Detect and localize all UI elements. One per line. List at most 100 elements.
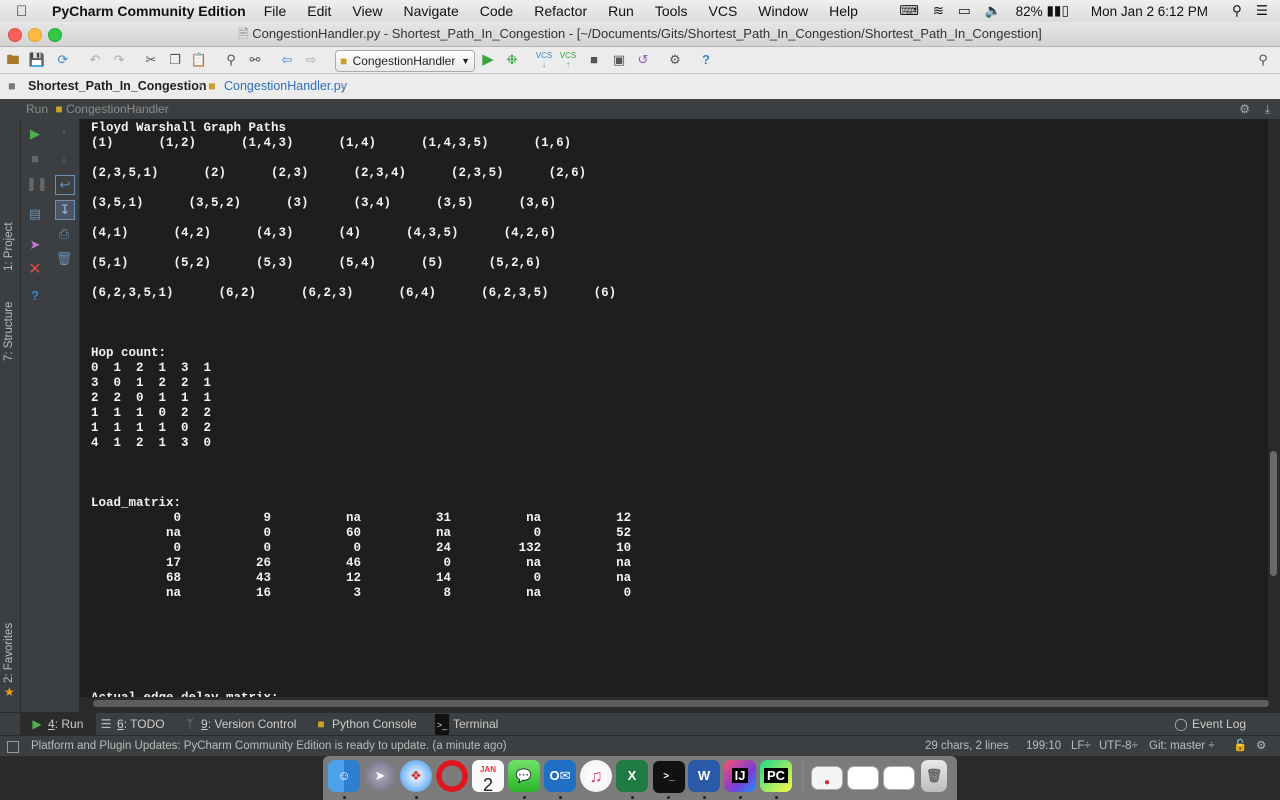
file-encoding[interactable]: UTF-8÷ bbox=[1099, 736, 1138, 756]
safari-icon[interactable]: ❖ bbox=[400, 760, 432, 792]
excel-icon[interactable]: X bbox=[616, 760, 648, 792]
menu-tools[interactable]: Tools bbox=[655, 3, 688, 19]
minimized-window-thumbnail[interactable] bbox=[847, 766, 879, 790]
tab-python-console[interactable]: ■ Python Console bbox=[314, 713, 416, 735]
hide-panel-icon[interactable]: ⤓ bbox=[1265, 99, 1270, 119]
volume-icon[interactable]: 🔈 bbox=[985, 3, 1002, 19]
notification-center-icon[interactable]: ☰ bbox=[1256, 3, 1268, 19]
menu-refactor[interactable]: Refactor bbox=[534, 3, 587, 19]
event-log-button[interactable]: ◯ Event Log bbox=[1174, 713, 1246, 735]
print-icon[interactable]: ⎙ bbox=[55, 225, 73, 243]
menu-vcs[interactable]: VCS bbox=[709, 3, 738, 19]
favorites-tool-tab[interactable]: 2: Favorites bbox=[3, 623, 15, 683]
close-window-button[interactable] bbox=[8, 28, 22, 42]
rerun-icon[interactable]: ▶ bbox=[26, 125, 44, 143]
airplay-icon[interactable]: ▭ bbox=[958, 3, 971, 19]
lock-icon[interactable]: 🔓 bbox=[1233, 736, 1247, 756]
battery-percent[interactable]: 82% bbox=[1016, 4, 1043, 19]
caret-position[interactable]: 199:10 bbox=[1026, 736, 1061, 756]
stop-icon[interactable]: ■ bbox=[26, 150, 44, 168]
soft-wrap-icon[interactable]: ↩ bbox=[55, 175, 75, 195]
find-icon[interactable]: ⚲ bbox=[222, 51, 240, 69]
close-icon[interactable]: ✕ bbox=[26, 261, 44, 279]
save-all-icon[interactable]: 💾 bbox=[28, 51, 46, 69]
run-configuration-select[interactable]: ■ CongestionHandler ▼ bbox=[335, 50, 475, 72]
undo-icon[interactable]: ↶ bbox=[86, 51, 104, 69]
pycharm-icon[interactable]: PC bbox=[760, 760, 792, 792]
breadcrumb-file[interactable]: CongestionHandler.py bbox=[224, 79, 347, 93]
vcs-operations-icon[interactable]: ■ bbox=[585, 51, 603, 69]
search-everywhere-icon[interactable]: ⚲ bbox=[1254, 51, 1272, 69]
vertical-scrollbar[interactable] bbox=[1268, 119, 1280, 697]
wifi-icon[interactable]: ≋ bbox=[933, 3, 944, 19]
trash-icon[interactable]: 🗑 bbox=[921, 760, 947, 792]
menu-edit[interactable]: Edit bbox=[307, 3, 331, 19]
horizontal-scrollbar[interactable] bbox=[80, 697, 1269, 711]
restore-layout-icon[interactable]: ▤ bbox=[26, 205, 44, 223]
back-icon[interactable]: ⇦ bbox=[278, 51, 296, 69]
menu-help[interactable]: Help bbox=[829, 3, 858, 19]
menu-view[interactable]: View bbox=[352, 3, 382, 19]
status-message[interactable]: Platform and Plugin Updates: PyCharm Com… bbox=[31, 736, 507, 756]
paste-icon[interactable]: 📋 bbox=[190, 51, 208, 69]
menu-navigate[interactable]: Navigate bbox=[403, 3, 458, 19]
git-branch[interactable]: Git: master ÷ bbox=[1149, 736, 1215, 756]
intellij-icon[interactable]: IJ bbox=[724, 760, 756, 792]
itunes-icon[interactable]: ♫ bbox=[580, 760, 612, 792]
project-tool-tab[interactable]: 1: Project bbox=[3, 222, 15, 271]
scroll-up-icon[interactable]: ↑ bbox=[55, 125, 73, 143]
menu-file[interactable]: File bbox=[264, 3, 287, 19]
revert-icon[interactable]: ↺ bbox=[634, 51, 652, 69]
hector-icon[interactable]: ⚙ bbox=[1256, 736, 1266, 756]
tab-version-control[interactable]: ᛉ 9: Version Control bbox=[183, 713, 296, 735]
tab-terminal[interactable]: >_ Terminal bbox=[435, 713, 498, 736]
sync-icon[interactable]: ⟳ bbox=[54, 51, 72, 69]
run-panel-config[interactable]: CongestionHandler bbox=[66, 102, 169, 116]
vertical-scroll-thumb[interactable] bbox=[1270, 451, 1277, 576]
horizontal-scroll-thumb[interactable] bbox=[93, 700, 1269, 707]
tab-run[interactable]: ▶ 4: Run bbox=[20, 713, 96, 735]
launchpad-icon[interactable]: ➤ bbox=[364, 760, 396, 792]
open-folder-icon[interactable]: 🖿 bbox=[4, 51, 22, 69]
debug-icon[interactable]: ❉ bbox=[503, 51, 521, 69]
scroll-down-icon[interactable]: ↓ bbox=[55, 150, 73, 168]
pin-icon[interactable]: ➤ bbox=[26, 236, 44, 254]
minimized-window-thumbnail[interactable]: ● bbox=[811, 766, 843, 790]
calendar-icon[interactable]: JAN 2 bbox=[472, 760, 504, 794]
messages-icon[interactable]: 💬 bbox=[508, 760, 540, 792]
keyboard-icon[interactable]: ⌨ bbox=[899, 3, 919, 19]
toggle-tool-windows-icon[interactable] bbox=[7, 741, 19, 753]
gear-icon[interactable]: ⚙ bbox=[1239, 99, 1250, 119]
help-icon[interactable]: ? bbox=[26, 287, 44, 305]
opera-icon[interactable] bbox=[436, 760, 468, 792]
breadcrumb-project[interactable]: Shortest_Path_In_Congestion bbox=[28, 79, 207, 93]
spotlight-icon[interactable]: ⚲ bbox=[1232, 3, 1242, 19]
help-icon[interactable]: ? bbox=[697, 51, 715, 69]
redo-icon[interactable]: ↷ bbox=[110, 51, 128, 69]
menu-run[interactable]: Run bbox=[608, 3, 634, 19]
vcs-commit-icon[interactable]: VCS ↑ bbox=[559, 51, 577, 69]
minimized-window-thumbnail[interactable] bbox=[883, 766, 915, 790]
minimize-window-button[interactable] bbox=[28, 28, 42, 42]
menu-window[interactable]: Window bbox=[758, 3, 808, 19]
copy-icon[interactable]: ❐ bbox=[166, 51, 184, 69]
cut-icon[interactable]: ✂ bbox=[142, 51, 160, 69]
forward-icon[interactable]: ⇨ bbox=[302, 51, 320, 69]
menu-code[interactable]: Code bbox=[480, 3, 513, 19]
finder-icon[interactable]: ☺ bbox=[328, 760, 360, 792]
pause-icon[interactable]: ❚❚ bbox=[26, 175, 48, 193]
terminal-icon[interactable]: >_ bbox=[652, 760, 686, 794]
scroll-to-end-icon[interactable]: ↧ bbox=[55, 200, 75, 220]
tab-todo[interactable]: ☰ 6: TODO bbox=[99, 713, 165, 735]
clear-all-icon[interactable]: 🗑 bbox=[55, 250, 73, 268]
clock[interactable]: Mon Jan 2 6:12 PM bbox=[1091, 4, 1208, 19]
structure-tool-tab[interactable]: 7: Structure bbox=[3, 302, 15, 361]
run-icon[interactable]: ▶ bbox=[479, 51, 497, 69]
vcs-update-icon[interactable]: VCS ↓ bbox=[535, 51, 553, 69]
outlook-icon[interactable]: O✉ bbox=[544, 760, 576, 792]
app-menu[interactable]: PyCharm Community Edition bbox=[52, 3, 246, 19]
line-separator[interactable]: LF÷ bbox=[1071, 736, 1091, 756]
zoom-window-button[interactable] bbox=[48, 28, 62, 42]
word-icon[interactable]: W bbox=[688, 760, 720, 792]
settings-icon[interactable]: ⚙ bbox=[666, 51, 684, 69]
